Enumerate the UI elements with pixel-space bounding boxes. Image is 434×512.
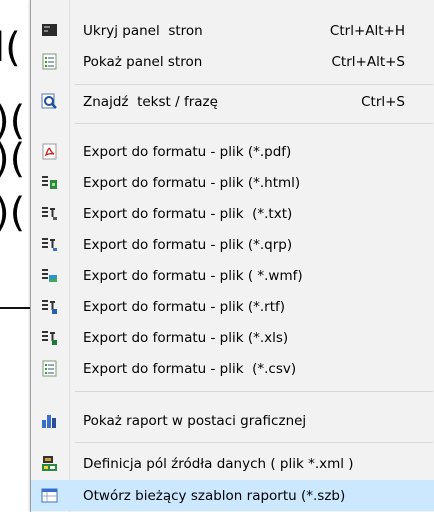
menu-item-shortcut: Ctrl+S xyxy=(361,93,405,110)
menu-item-label: Export do formatu - plik ( *.wmf) xyxy=(83,267,303,284)
menu-separator xyxy=(75,84,433,85)
menu-item-shortcut: Ctrl+Alt+H xyxy=(329,22,405,39)
bar-chart-icon xyxy=(41,412,58,429)
background-text-1: l( xyxy=(0,25,21,71)
qrp-export-icon xyxy=(41,236,58,253)
menu-item-label: Export do formatu - plik (*.csv) xyxy=(83,360,297,377)
menu-item-label: Pokaż panel stron xyxy=(83,53,203,70)
menu-item-label: Export do formatu - plik (*.xls) xyxy=(83,329,289,346)
menu-item-label: Export do formatu - plik (*.txt) xyxy=(83,205,293,222)
menu-item-show-pages-panel[interactable]: Pokaż panel stron Ctrl+Alt+S xyxy=(31,46,434,77)
menu-item-export-qrp[interactable]: Export do formatu - plik (*.qrp) xyxy=(31,229,434,260)
menu-item-export-html[interactable]: Export do formatu - plik (*.html) xyxy=(31,167,434,198)
wmf-export-icon xyxy=(41,267,58,284)
menu-item-shortcut: Ctrl+Alt+S xyxy=(331,53,406,70)
html-export-icon xyxy=(41,174,58,191)
menu-separator xyxy=(75,123,433,124)
menu-item-export-xls[interactable]: Export do formatu - plik (*.xls) xyxy=(31,322,434,353)
csv-export-icon xyxy=(41,360,58,377)
menu-item-export-csv[interactable]: Export do formatu - plik (*.csv) xyxy=(31,353,434,384)
template-window-icon xyxy=(41,487,58,504)
menu-item-label: Pokaż raport w postaci graficznej xyxy=(83,412,307,429)
menu-item-label: Znajdź tekst / frazę xyxy=(83,93,218,110)
menu-separator xyxy=(75,442,433,443)
background-text-2: )( xyxy=(0,98,26,144)
menu-item-export-wmf[interactable]: Export do formatu - plik ( *.wmf) xyxy=(31,260,434,291)
menu-item-hide-pages-panel[interactable]: Ukryj panel stron Ctrl+Alt+H xyxy=(31,15,434,46)
menu-item-data-source-fields[interactable]: Definicja pól źródła danych ( plik *.xml… xyxy=(31,448,434,479)
rtf-export-icon xyxy=(41,298,58,315)
menu-item-export-rtf[interactable]: Export do formatu - plik (*.rtf) xyxy=(31,291,434,322)
menu-item-open-report-template[interactable]: Otwórz bieżący szablon raportu (*.szb) xyxy=(31,480,434,511)
find-magnifier-icon xyxy=(41,93,58,110)
menu-item-show-graphic-report[interactable]: Pokaż raport w postaci graficznej xyxy=(31,405,434,436)
txt-export-icon xyxy=(41,205,58,222)
background-text-4: )( xyxy=(0,190,26,236)
menu-separator xyxy=(75,391,433,392)
menu-item-label: Export do formatu - plik (*.html) xyxy=(83,174,301,191)
background-text-3: )( xyxy=(0,136,26,182)
data-definition-icon xyxy=(41,455,58,472)
menu-item-label: Definicja pól źródła danych ( plik *.xml… xyxy=(83,455,354,472)
menu-item-label: Export do formatu - plik (*.pdf) xyxy=(83,143,292,160)
panel-list-icon xyxy=(41,53,58,70)
pdf-icon xyxy=(41,143,58,160)
menu-item-find-text[interactable]: Znajdź tekst / frazę Ctrl+S xyxy=(31,86,434,117)
context-menu: Ukryj panel stron Ctrl+Alt+H Pokaż panel… xyxy=(30,0,434,512)
menu-item-export-pdf[interactable]: Export do formatu - plik (*.pdf) xyxy=(31,136,434,167)
menu-item-label: Export do formatu - plik (*.qrp) xyxy=(83,236,293,253)
menu-item-label: Export do formatu - plik (*.rtf) xyxy=(83,298,286,315)
menu-item-label: Ukryj panel stron xyxy=(83,22,203,39)
xls-export-icon xyxy=(41,329,58,346)
panel-dark-icon xyxy=(41,22,58,39)
menu-item-label: Otwórz bieżący szablon raportu (*.szb) xyxy=(83,487,346,504)
menu-item-export-txt[interactable]: Export do formatu - plik (*.txt) xyxy=(31,198,434,229)
